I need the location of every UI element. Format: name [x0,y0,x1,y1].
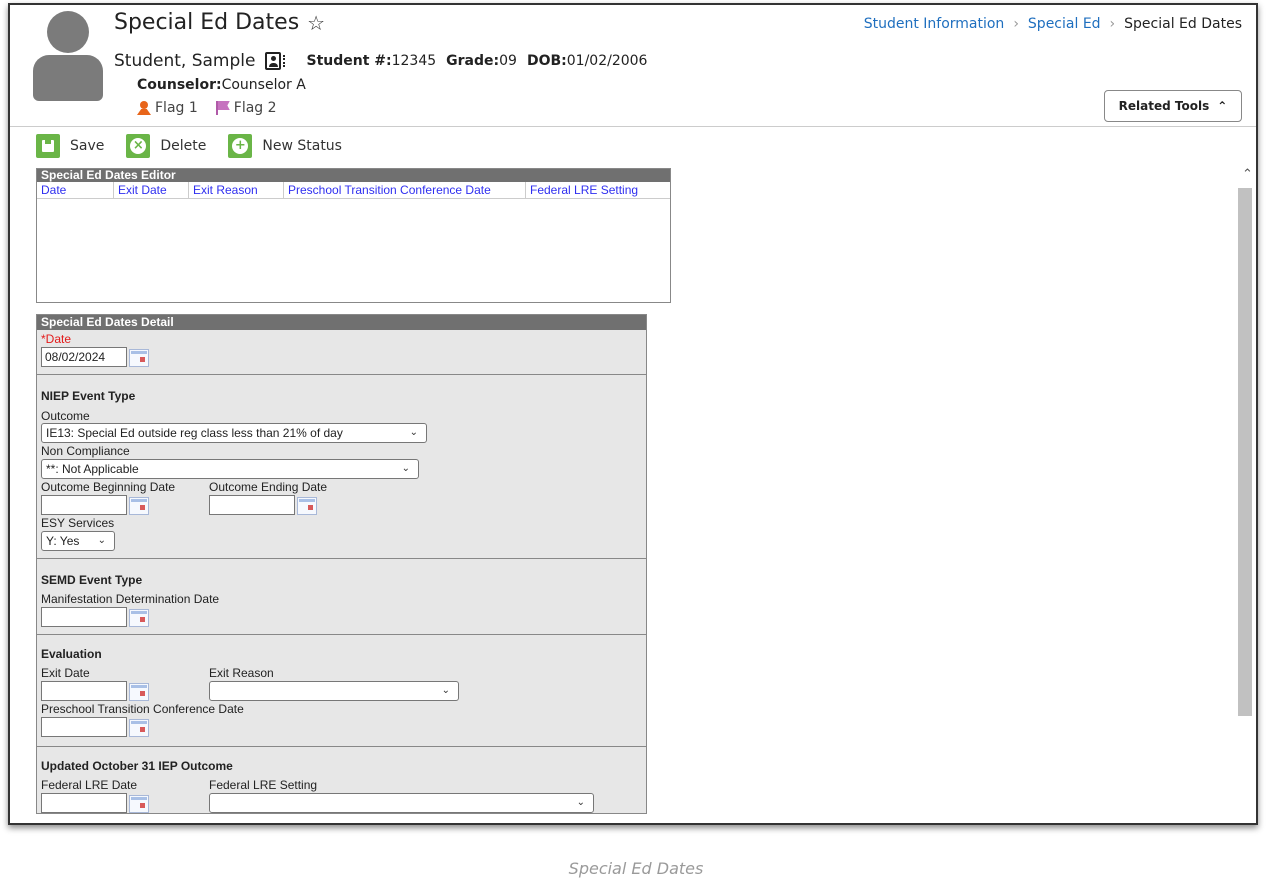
outcome-ending-date-field[interactable] [209,495,295,515]
chevron-right-icon: › [1109,16,1116,32]
column-header-federal-lre-setting[interactable]: Federal LRE Setting [526,182,670,198]
chevron-down-icon: ⌄ [576,797,585,808]
add-icon [228,134,253,158]
flag-1[interactable]: Flag 1 [137,100,198,116]
chevron-down-icon: ⌄ [441,685,450,696]
calendar-icon[interactable] [129,795,149,813]
semd-title: SEMD Event Type [41,573,143,587]
semd-section: SEMD Event Type Manifestation Determinat… [37,558,646,634]
column-header-exit-reason[interactable]: Exit Reason [189,182,284,198]
chevron-up-icon: ⌃ [1217,99,1228,113]
scroll-up-icon[interactable]: ⌃ [1242,167,1253,182]
detail-title: Special Ed Dates Detail [37,315,646,330]
grade: 09 [499,53,517,69]
dob: 01/02/2006 [566,53,648,69]
calendar-icon[interactable] [129,349,149,367]
flag-person-icon [137,101,151,115]
calendar-icon[interactable] [129,497,149,515]
counselor: Counselor A [221,77,306,93]
calendar-icon[interactable] [129,609,149,627]
avatar [33,11,103,101]
niep-section: NIEP Event Type Outcome IE13: Special Ed… [37,374,646,558]
chevron-down-icon: ⌄ [97,535,106,546]
column-header-exit-date[interactable]: Exit Date [114,182,189,198]
flag-icon [215,101,230,115]
editor-title: Special Ed Dates Editor [37,169,670,182]
save-icon [36,134,60,158]
calendar-icon[interactable] [129,683,149,701]
chevron-down-icon: ⌄ [401,463,410,474]
chevron-right-icon: › [1013,16,1019,32]
evaluation-title: Evaluation [41,647,102,661]
related-tools-button[interactable]: Related Tools ⌃ [1104,90,1242,122]
calendar-icon[interactable] [297,497,317,515]
save-button[interactable]: Save [36,134,104,158]
exit-date-field[interactable] [41,681,127,701]
outcome-select[interactable]: IE13: Special Ed outside reg class less … [41,423,427,443]
breadcrumb-student-information[interactable]: Student Information [864,16,1005,32]
editor-column-headers: Date Exit Date Exit Reason Preschool Tra… [37,182,670,199]
updated-iep-outcome-title: Updated October 31 IEP Outcome [41,759,233,773]
preschool-transition-date-field[interactable] [41,717,127,737]
special-ed-dates-detail: Special Ed Dates Detail *Date 08/02/2024… [36,314,647,814]
evaluation-section: Evaluation Exit Date Exit Reason ⌄ Presc… [37,634,646,746]
non-compliance-select[interactable]: **: Not Applicable ⌄ [41,459,419,479]
student-name: Student, Sample [114,51,256,71]
scrollbar[interactable] [1238,188,1252,716]
date-label: *Date [41,332,72,346]
date-field[interactable]: 08/02/2024 [41,347,127,367]
contact-card-icon[interactable] [265,52,282,70]
column-header-date[interactable]: Date [37,182,114,198]
figure-caption: Special Ed Dates [568,859,704,878]
chevron-down-icon: ⌄ [409,427,418,438]
updated-iep-outcome-section: Updated October 31 IEP Outcome Federal L… [37,746,646,813]
delete-button[interactable]: Delete [126,134,206,158]
breadcrumb: Student Information › Special Ed › Speci… [864,16,1242,32]
student-number: 12345 [391,53,437,69]
exit-reason-select[interactable]: ⌄ [209,681,459,701]
breadcrumb-current: Special Ed Dates [1124,16,1242,32]
federal-lre-date-field[interactable] [41,793,127,813]
toolbar: Save Delete New Status [36,134,364,158]
calendar-icon[interactable] [129,719,149,737]
esy-services-select[interactable]: Y: Yes ⌄ [41,531,115,551]
special-ed-dates-editor: Special Ed Dates Editor Date Exit Date E… [36,168,671,303]
flag-2[interactable]: Flag 2 [215,100,277,116]
page-title: Special Ed Dates [114,10,300,35]
delete-icon [126,134,151,158]
niep-title: NIEP Event Type [41,389,136,403]
outcome-beginning-date-field[interactable] [41,495,127,515]
app-window: Special Ed Dates ☆ Student, Sample Stude… [8,3,1258,825]
federal-lre-setting-select[interactable]: ⌄ [209,793,594,813]
new-status-button[interactable]: New Status [228,134,342,158]
breadcrumb-special-ed[interactable]: Special Ed [1028,16,1101,32]
column-header-preschool-transition[interactable]: Preschool Transition Conference Date [284,182,526,198]
star-icon[interactable]: ☆ [307,11,325,35]
manifestation-date-field[interactable] [41,607,127,627]
